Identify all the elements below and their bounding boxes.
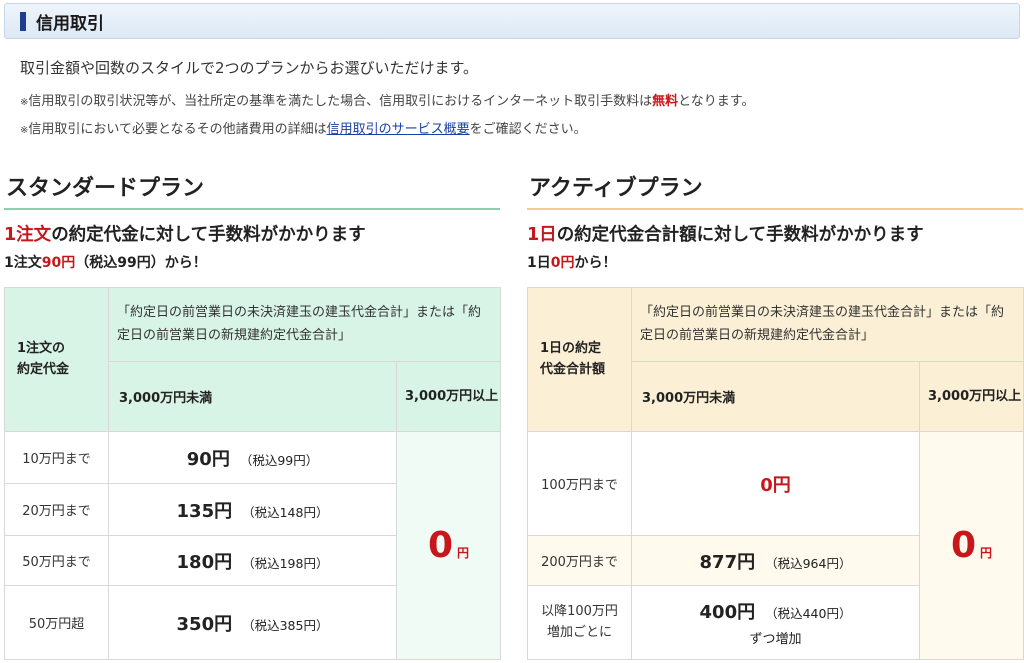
fee-cell: 180円 （税込198円） [108,535,397,586]
cap-fee-amount: 0 [950,525,977,566]
page-title: 信用取引 [36,13,104,34]
headline-highlight: 1日 [527,225,557,245]
band-over-30m: 3,000万円以上 [395,361,502,432]
subline-highlight: 0円 [550,255,575,271]
plan-headline: 1日の約定代金合計額に対して手数料がかかります [527,221,1023,246]
plan-title: アクティブプラン [527,170,1023,210]
fee-amount: 0円 [760,474,791,496]
row-header-cell: 1日の約定 代金合計額 [527,287,632,432]
subline-text: 1日 [527,255,551,271]
note-text: 信用取引の取引状況等が、当社所定の基準を満たした場合、信用取引におけるインターネ… [28,94,653,109]
cap-fee-cell: 0円 [395,431,502,660]
fee-table: 1注文の 約定代金 「約定日の前営業日の未決済建玉の建玉代金合計」または「約定日… [4,287,502,660]
fee-cell: 0円 [631,431,920,536]
tier-label: 50万円超 [4,585,109,660]
fee-cell: 350円 （税込385円） [108,585,397,660]
plan-title: スタンダードプラン [4,170,500,210]
plan-headline: 1注文の約定代金に対して手数料がかかります [4,221,500,246]
cap-fee-amount: 0 [427,525,454,566]
tier-label: 10万円まで [4,431,109,484]
band-under-30m: 3,000万円未満 [108,361,397,432]
fee-tax-included: （税込148円） [242,504,329,520]
fee-cell: 400円 （税込440円） ずつ増加 [631,585,920,660]
fee-amount: 400円 [699,602,756,623]
cap-fee-cell: 0円 [918,431,1024,660]
tier-label-text: 以降100万円 増加ごとに [541,603,618,640]
plan-subline: 1日0円から！ [527,252,1023,272]
fee-tax-included: （税込440円） [765,606,852,621]
fee-amount: 350円 [176,613,233,635]
condition-description: 「約定日の前営業日の未決済建玉の建玉代金合計」または「約定日の前営業日の新規建約… [630,287,1024,362]
row-header-cell: 1注文の 約定代金 [4,287,109,432]
page-header: 信用取引 [4,3,1020,39]
tier-label: 以降100万円 増加ごとに [527,585,632,660]
fee-cell: 877円 （税込964円） [631,535,920,586]
headline-text: の約定代金合計額に対して手数料がかかります [556,225,924,245]
subline-highlight: 90円 [41,255,76,271]
headline-text: の約定代金に対して手数料がかかります [51,225,366,245]
free-highlight: 無料 [652,94,679,109]
header-marker [20,11,26,31]
fee-cell: 90円 （税込99円） [108,431,397,484]
fee-tax-included: （税込964円） [765,555,852,571]
subline-text: 1注文 [4,255,42,271]
fee-increment-note: ずつ増加 [749,632,802,647]
note-other-fees: ※信用取引において必要となるその他諸費用の詳細は信用取引のサービス概要をご確認く… [20,118,1010,137]
headline-highlight: 1注文 [4,225,52,245]
fee-amount: 135円 [176,500,233,522]
active-plan: アクティブプラン 1日の約定代金合計額に対して手数料がかかります 1日0円から！… [527,170,1024,660]
cap-fee-unit: 円 [980,546,993,560]
row-header: 1日の約定 代金合計額 [540,340,606,377]
condition-description: 「約定日の前営業日の未決済建玉の建玉代金合計」または「約定日の前営業日の新規建約… [107,287,502,362]
subline-text: （税込99円）から！ [75,255,207,271]
fee-tax-included: （税込198円） [242,555,329,571]
tier-label: 50万円まで [4,535,109,586]
service-overview-link[interactable]: 信用取引のサービス概要 [327,122,470,137]
standard-plan: スタンダードプラン 1注文の約定代金に対して手数料がかかります 1注文90円（税… [4,170,502,660]
note-text: となります。 [678,94,755,109]
fee-amount: 180円 [176,551,233,573]
fee-table: 1日の約定 代金合計額 「約定日の前営業日の未決済建玉の建玉代金合計」または「約… [527,287,1024,660]
note-fee-free: ※信用取引の取引状況等が、当社所定の基準を満たした場合、信用取引におけるインター… [20,90,1010,109]
fee-cell: 135円 （税込148円） [108,483,397,536]
tier-label: 20万円まで [4,483,109,536]
note-text: をご確認ください。 [469,122,587,137]
intro-lead: 取引金額や回数のスタイルで2つのプランからお選びいただけます。 [20,59,479,77]
band-over-30m: 3,000万円以上 [918,361,1024,432]
cap-fee-unit: 円 [457,546,470,560]
note-text: 信用取引において必要となるその他諸費用の詳細は [28,122,327,137]
fee-tax-included: （税込385円） [242,617,329,633]
fee-amount: 90円 [186,448,230,470]
fee-tax-included: （税込99円） [239,452,319,468]
tier-label: 200万円まで [527,535,632,586]
fee-amount: 877円 [699,551,756,573]
row-header: 1注文の 約定代金 [17,340,70,377]
band-under-30m: 3,000万円未満 [631,361,920,432]
subline-text: から！ [574,255,617,271]
plan-subline: 1注文90円（税込99円）から！ [4,252,500,272]
tier-label: 100万円まで [527,431,632,536]
intro: 取引金額や回数のスタイルで2つのプランからお選びいただけます。 ※信用取引の取引… [20,57,1010,146]
